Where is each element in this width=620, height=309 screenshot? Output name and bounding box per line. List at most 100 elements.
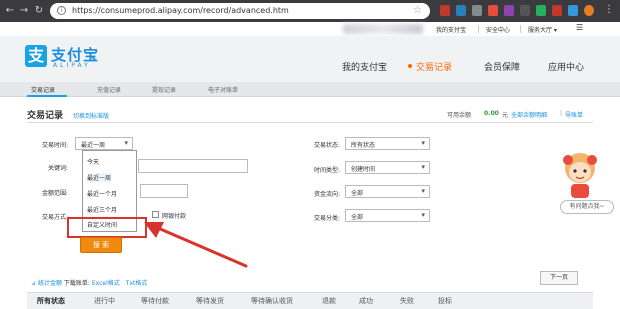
category-select[interactable]: 全部 ▾ [345, 209, 430, 222]
extension-icon[interactable] [568, 5, 578, 16]
annotation-highlight-box [67, 217, 147, 238]
status-tab-failed[interactable]: 失败 [400, 296, 414, 306]
chevron-down-icon: ▾ [421, 211, 425, 219]
status-label: 交易状态: [313, 142, 340, 149]
time-select[interactable]: 最近一周 ▾ [75, 137, 133, 150]
sub-tab-bar [0, 82, 620, 97]
switch-standard-link[interactable]: 切换到标准版 [73, 111, 109, 120]
help-bubble[interactable]: 有问题点我~ [560, 200, 614, 214]
method-checkbox[interactable] [152, 211, 159, 218]
lock-icon: i [57, 6, 66, 15]
divider: | [560, 110, 563, 117]
status-tab-awaiting-payment[interactable]: 等待付款 [141, 296, 169, 306]
stats-link[interactable]: 统计金额 [38, 280, 62, 287]
profile-icon[interactable] [584, 5, 594, 16]
export-link[interactable]: 导账单 [565, 110, 583, 119]
menu-icon[interactable]: ☰ [576, 23, 583, 32]
dropdown-option-week[interactable]: 最近一周 [87, 173, 112, 182]
extension-icon[interactable] [536, 5, 546, 16]
time-label: 交易时间: [41, 142, 68, 149]
url-text: https://consumeprod.alipay.com/record/ad… [72, 6, 289, 15]
search-button[interactable]: 搜 索 [80, 237, 122, 253]
alipay-logo-icon[interactable]: 支 [25, 45, 47, 67]
txt-link[interactable]: Txt格式 [126, 280, 148, 287]
toplink-my-alipay[interactable]: 我的支付宝 [436, 25, 466, 34]
divider [478, 25, 479, 33]
keyword-input[interactable] [138, 159, 248, 173]
balance-detail-link[interactable]: 全部余额明细 [511, 110, 547, 119]
bookmark-star-icon[interactable]: ☆ [413, 5, 422, 16]
browser-menu-icon[interactable]: ⋮ [604, 4, 614, 15]
time-type-select-value: 创建时间 [351, 166, 376, 173]
status-tab-bid[interactable]: 投标 [438, 296, 452, 306]
extension-icon[interactable] [488, 5, 498, 16]
chevron-down-icon: ▾ [124, 139, 128, 147]
download-toolbar: ⊿ 统计金额 下载账单: Excel格式 Txt格式 [31, 278, 147, 287]
active-tab-underline [27, 95, 67, 97]
extension-icon[interactable] [552, 5, 562, 16]
flow-label: 资金流向: [313, 191, 340, 198]
toplink-security[interactable]: 安全中心 [486, 25, 510, 34]
browser-toolbar: ← → ↻ i https://consumeprod.alipay.com/r… [0, 0, 620, 22]
reload-icon[interactable]: ↻ [33, 4, 45, 18]
tab-recharge[interactable]: 充值记录 [97, 85, 121, 94]
extension-icon[interactable] [504, 5, 514, 16]
excel-link[interactable]: Excel格式 [92, 280, 120, 287]
chevron-down-icon: ▾ [421, 139, 425, 147]
divider [520, 25, 521, 33]
tab-withdraw[interactable]: 提现记录 [152, 85, 176, 94]
active-nav-dot [408, 64, 412, 68]
dropdown-option-three-months[interactable]: 最近三个月 [87, 205, 117, 214]
tab-statement[interactable]: 电子对账单 [208, 85, 238, 94]
nav-app-center[interactable]: 应用中心 [548, 60, 584, 73]
extension-icon[interactable] [472, 5, 482, 16]
extension-icon[interactable] [440, 5, 450, 16]
mascot-icon[interactable] [560, 148, 600, 200]
dropdown-option-today[interactable]: 今天 [87, 157, 99, 166]
status-tab-all[interactable]: 所有状态 [37, 296, 65, 306]
page-title: 交易记录 [27, 111, 64, 121]
balance-amount: 0.00 [484, 110, 499, 117]
tab-transactions[interactable]: 交易记录 [31, 85, 55, 94]
status-tab-refund[interactable]: 退款 [322, 296, 336, 306]
balance-label: 可用余额 [447, 112, 472, 119]
flow-select[interactable]: 全部 ▾ [345, 185, 430, 198]
balance-unit: 元 [502, 112, 509, 119]
method-label: 交易方式: [41, 214, 68, 221]
address-bar[interactable]: i https://consumeprod.alipay.com/record/… [50, 3, 430, 19]
status-tab-in-progress[interactable]: 进行中 [94, 296, 115, 306]
status-tab-awaiting-shipment[interactable]: 等待发货 [196, 296, 224, 306]
flow-select-value: 全部 [351, 190, 364, 197]
logo-subtext: ALIPAY [53, 62, 91, 69]
section-divider [27, 122, 593, 123]
time-type-label: 时间类型: [313, 167, 340, 174]
site-topbar [0, 22, 620, 36]
stats-icon: ⊿ [31, 280, 37, 287]
keyword-label: 关键词: [47, 165, 68, 172]
toplink-service[interactable]: 服务大厅 ▾ [528, 25, 557, 34]
category-select-value: 全部 [351, 214, 364, 221]
next-page-button[interactable]: 下一页 [540, 271, 578, 285]
extension-icon[interactable] [456, 5, 466, 16]
nav-my-alipay[interactable]: 我的支付宝 [342, 60, 387, 73]
status-select-value: 所有状态 [351, 142, 376, 149]
dropdown-option-month[interactable]: 最近一个月 [87, 189, 117, 198]
status-tab-awaiting-receipt[interactable]: 等待确认收货 [251, 296, 293, 306]
nav-member-protection[interactable]: 会员保障 [484, 60, 520, 73]
chevron-down-icon: ▾ [421, 163, 425, 171]
status-select[interactable]: 所有状态 ▾ [345, 137, 430, 150]
time-select-value: 最近一周 [81, 142, 106, 149]
annotation-arrow-icon [144, 222, 248, 268]
status-tab-success[interactable]: 成功 [359, 296, 373, 306]
blurred-username [343, 24, 423, 34]
forward-icon[interactable]: → [18, 4, 30, 18]
chevron-down-icon: ▾ [421, 187, 425, 195]
amount-max-input[interactable] [140, 184, 188, 198]
amount-label: 金额范围: [41, 190, 68, 197]
nav-transactions[interactable]: 交易记录 [416, 60, 452, 73]
extension-icon[interactable] [520, 5, 530, 16]
back-icon[interactable]: ← [4, 4, 16, 18]
time-type-select[interactable]: 创建时间 ▾ [345, 161, 430, 174]
category-label: 交易分类: [313, 215, 340, 222]
download-label: 下载账单: [63, 280, 90, 287]
